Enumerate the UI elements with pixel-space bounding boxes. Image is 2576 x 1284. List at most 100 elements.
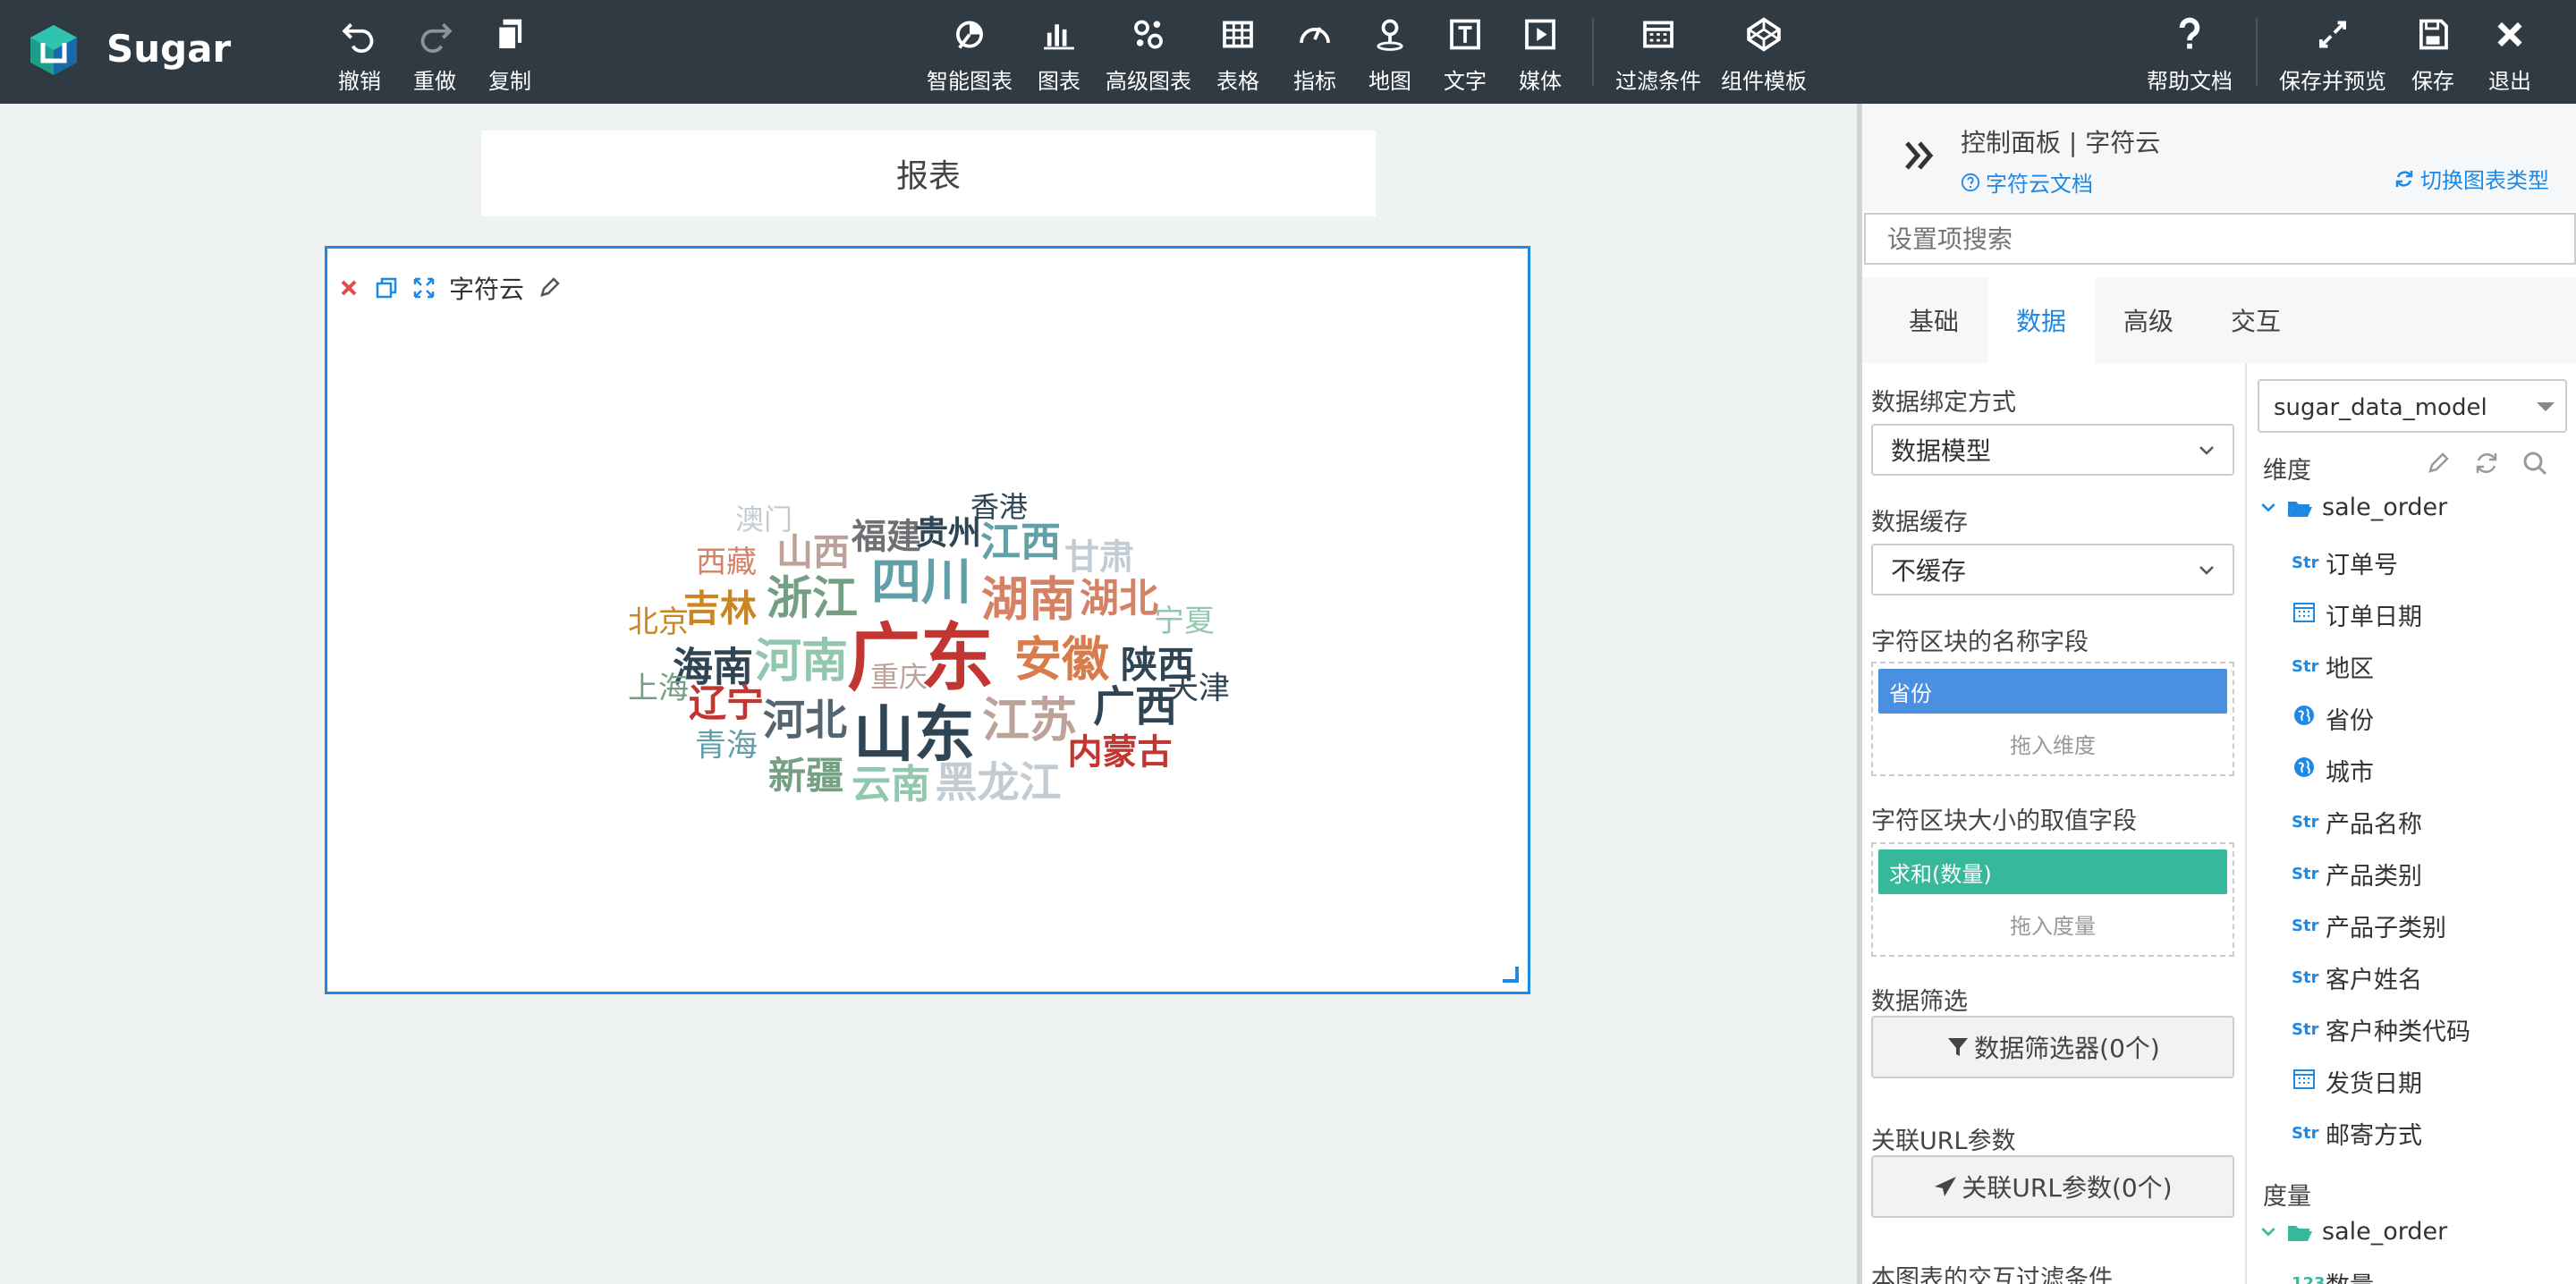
bind-mode-select[interactable]: 数据模型 (1871, 424, 2234, 476)
tab-interaction[interactable]: 交互 (2202, 277, 2309, 363)
chart-button[interactable]: 图表 (1038, 14, 1080, 95)
filter-label: 过滤条件 (1615, 69, 1701, 94)
dimension-field-label: 订单号 (2326, 552, 2398, 579)
wordcloud-word[interactable]: 福建 (852, 520, 921, 555)
wordcloud-word[interactable]: 山西 (776, 534, 850, 571)
map-button[interactable]: 地图 (1368, 14, 1411, 95)
control-panel: 控制面板 | 字符云 字符云文档 切换图表类型 基础 数据 高级 交互 数据绑定… (1862, 104, 2576, 1284)
wordcloud-word[interactable]: 广西 (1093, 687, 1177, 729)
wordcloud-word[interactable]: 甘肃 (1064, 541, 1134, 576)
wordcloud-word[interactable]: 湖南 (981, 577, 1076, 624)
wordcloud-word[interactable]: 天津 (1167, 673, 1230, 705)
wordcloud-chart-component[interactable]: 字符云 广东 山东 四川 江苏 湖南 安徽 河南 浙江 黑龙江 河北 广西 海南 江西 云南 湖北 新疆 辽宁山… (325, 246, 1530, 994)
sum-quantity-pill[interactable]: 求和(数量) (1878, 849, 2227, 894)
wordcloud-word[interactable]: 青海 (695, 731, 758, 763)
sale-order-dimension-folder[interactable]: sale_order (2259, 494, 2447, 521)
bind-mode-value: 数据模型 (1891, 436, 1992, 466)
wordcloud-word[interactable]: 江西 (980, 522, 1061, 562)
dimension-field[interactable]: 发货日期 (2292, 1064, 2422, 1099)
data-model-select[interactable]: sugar_data_model (2258, 379, 2567, 433)
dimension-field[interactable]: 订单日期 (2292, 597, 2422, 632)
dimension-field[interactable]: Str 产品子类别 (2292, 908, 2446, 943)
dimension-field[interactable]: 省份 (2292, 701, 2374, 736)
edit-icon[interactable] (2424, 449, 2453, 477)
wordcloud-word[interactable]: 黑龙江 (936, 763, 1062, 805)
dimension-field[interactable]: Str 地区 (2292, 649, 2374, 684)
folder-open-icon (2288, 501, 2312, 517)
wordcloud-word[interactable]: 重庆 (870, 663, 928, 691)
table-label: 表格 (1216, 69, 1259, 94)
dimension-field[interactable]: Str 产品名称 (2292, 805, 2422, 840)
double-chevron-right-icon[interactable] (1900, 136, 1939, 175)
province-field-pill[interactable]: 省份 (1878, 669, 2227, 714)
wordcloud-word[interactable]: 新疆 (768, 757, 843, 795)
help-docs-button[interactable]: 帮助文档 (2147, 14, 2233, 95)
wordcloud-word[interactable]: 云南 (852, 765, 930, 805)
wordcloud-word[interactable]: 河南 (755, 638, 848, 685)
dimension-field[interactable]: 城市 (2292, 753, 2374, 788)
wordcloud-word[interactable]: 四川 (871, 558, 971, 608)
wordcloud-word[interactable]: 上海 (628, 673, 689, 704)
wordcloud-word[interactable]: 安徽 (1014, 637, 1109, 684)
table-button[interactable]: 表格 (1216, 14, 1259, 95)
wordcloud-word[interactable]: 浙江 (767, 577, 858, 622)
media-button[interactable]: 媒体 (1519, 14, 1562, 95)
string-type-badge: Str (2292, 968, 2319, 987)
indicator-button[interactable]: 指标 (1293, 14, 1336, 95)
dimension-field-label: 订单日期 (2326, 604, 2422, 631)
tab-advanced[interactable]: 高级 (2095, 277, 2202, 363)
wordcloud-doc-link[interactable]: 字符云文档 (1961, 166, 2093, 198)
dimension-field[interactable]: Str 订单号 (2292, 545, 2398, 580)
dimension-field[interactable]: Str 客户姓名 (2292, 960, 2422, 995)
advanced-chart-button[interactable]: 高级图表 (1106, 14, 1191, 95)
refresh-icon[interactable] (2472, 449, 2501, 477)
measure-drop-zone[interactable]: 求和(数量) 拖入度量 (1871, 842, 2234, 957)
dimension-drop-zone[interactable]: 省份 拖入维度 (1871, 662, 2234, 776)
wordcloud-word[interactable]: 澳门 (735, 505, 792, 534)
wordcloud-word[interactable]: 内蒙古 (1067, 736, 1172, 771)
save-preview-button[interactable]: 保存并预览 (2279, 14, 2386, 95)
smart-chart-button[interactable]: 智能图表 (927, 14, 1013, 95)
dimension-field[interactable]: Str 邮寄方式 (2292, 1116, 2422, 1151)
text-label: 文字 (1444, 69, 1487, 94)
templates-button[interactable]: 组件模板 (1721, 14, 1807, 95)
tab-data[interactable]: 数据 (1987, 277, 2095, 363)
search-icon[interactable] (2521, 449, 2549, 477)
url-params-button[interactable]: 关联URL参数(0个) (1871, 1155, 2234, 1218)
filter-button[interactable]: 过滤条件 (1615, 14, 1701, 95)
gauge-icon (1300, 27, 1330, 44)
data-filter-button[interactable]: 数据筛选器(0个) (1871, 1016, 2234, 1078)
wordcloud-word[interactable]: 北京 (628, 607, 689, 638)
wordcloud-word[interactable]: 宁夏 (1154, 606, 1215, 637)
report-title[interactable]: 报表 (481, 131, 1376, 216)
resize-handle[interactable] (1503, 967, 1519, 983)
wordcloud-word[interactable]: 香港 (970, 493, 1028, 521)
dimension-field-label: 邮寄方式 (2326, 1122, 2422, 1150)
report-canvas[interactable]: 报表 字符云 广东 山东 四川 江苏 湖南 安徽 河南 浙江 黑龙江 河北 广西 海南 江西 云南 湖北 新疆… (0, 104, 1857, 1284)
wordcloud-word[interactable]: 湖北 (1080, 579, 1158, 619)
settings-search-input[interactable] (1864, 213, 2576, 265)
text-button[interactable]: 文字 (1444, 14, 1487, 95)
copy-button[interactable]: 复制 (488, 14, 531, 95)
table-icon (1223, 21, 1253, 48)
wordcloud-word[interactable]: 河北 (763, 700, 847, 742)
wordcloud-word[interactable]: 江苏 (982, 697, 1077, 745)
dimension-field[interactable]: Str 产品类别 (2292, 857, 2422, 891)
measure-field-quantity[interactable]: 123 数量 (2292, 1266, 2374, 1284)
redo-button[interactable]: 重做 (413, 14, 456, 95)
undo-button[interactable]: 撤销 (338, 14, 381, 95)
sale-order-measure-folder[interactable]: sale_order (2259, 1218, 2447, 1246)
wordcloud-word[interactable]: 辽宁 (689, 685, 764, 722)
save-button[interactable]: 保存 (2411, 14, 2454, 95)
string-type-badge: Str (2292, 657, 2319, 676)
switch-chart-type-link[interactable]: 切换图表类型 (2394, 163, 2549, 194)
dimension-field[interactable]: Str 客户种类代码 (2292, 1012, 2470, 1047)
dimension-tools (2424, 449, 2549, 477)
wordcloud-word[interactable]: 吉林 (683, 590, 757, 628)
cache-select[interactable]: 不缓存 (1871, 544, 2234, 596)
exit-button[interactable]: 退出 (2488, 14, 2531, 95)
tab-basic[interactable]: 基础 (1880, 277, 1987, 363)
wordcloud-word[interactable]: 山东 (853, 705, 975, 766)
wordcloud-word[interactable]: 西藏 (696, 547, 757, 578)
close-icon (2497, 21, 2522, 47)
